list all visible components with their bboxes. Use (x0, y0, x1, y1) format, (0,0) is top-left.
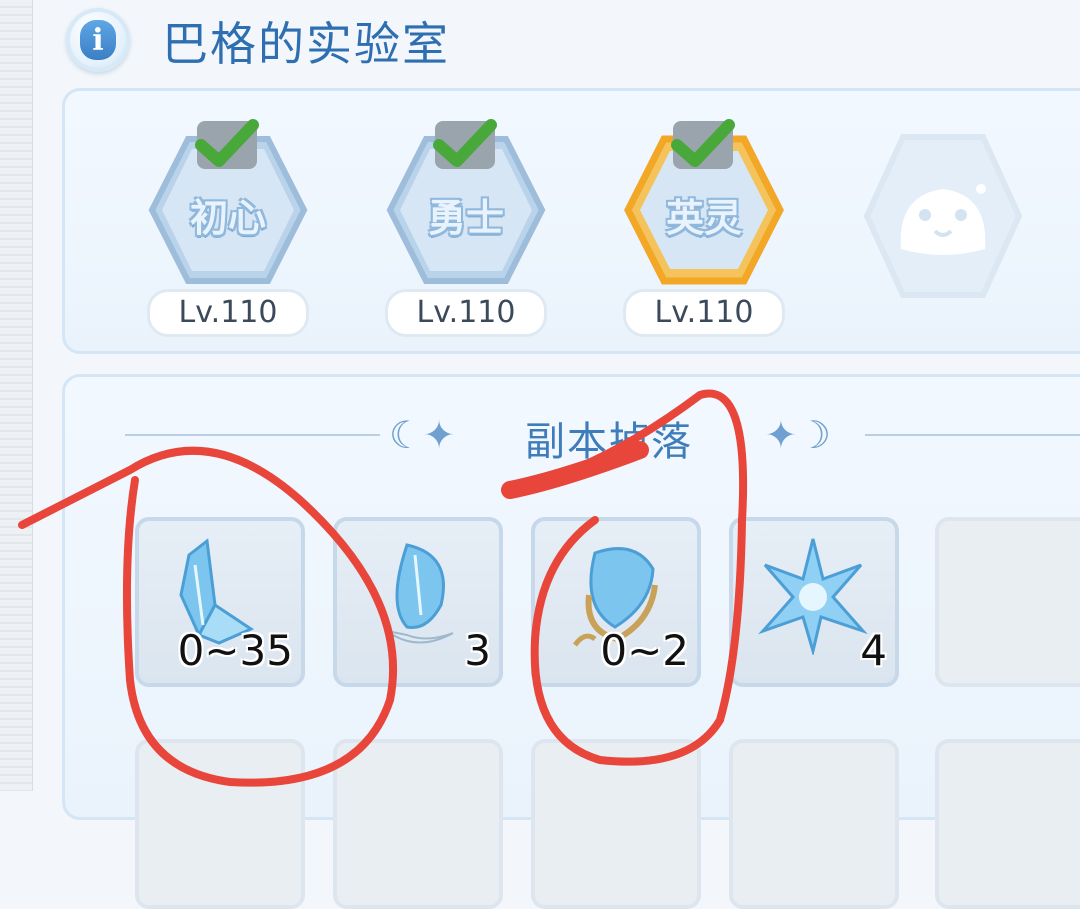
drop-slot-7[interactable] (333, 739, 503, 909)
drop-slot-10[interactable] (935, 739, 1080, 909)
drop-slot-3[interactable]: 0~2 (531, 517, 701, 687)
rank-card-3[interactable]: 英灵 Lv.110 (619, 119, 789, 337)
drop-slot-2[interactable]: 3 (333, 517, 503, 687)
check-icon (433, 119, 497, 169)
drop-slot-5[interactable] (935, 517, 1080, 687)
locked-rank-card[interactable] (863, 131, 1023, 301)
check-icon (671, 119, 735, 169)
rank-card-2[interactable]: 勇士 Lv.110 (381, 119, 551, 337)
item-quantity: 0~35 (177, 626, 293, 675)
left-edge-strip (0, 0, 33, 791)
page-title: 巴格的实验室 (162, 17, 450, 71)
check-icon (195, 119, 259, 169)
moon-ornament-right-icon: ✦☽ (765, 413, 831, 457)
drop-slot-4[interactable]: 4 (729, 517, 899, 687)
item-quantity: 3 (464, 626, 491, 675)
level-pill: Lv.110 (385, 289, 547, 337)
difficulty-panel: 初心 Lv.110 勇士 Lv.110 英灵 Lv.110 (62, 88, 1080, 354)
level-pill: Lv.110 (623, 289, 785, 337)
rank-name: 初心 (189, 196, 266, 240)
drop-slot-8[interactable] (531, 739, 701, 909)
rank-card-1[interactable]: 初心 Lv.110 (143, 119, 313, 337)
drop-slot-1[interactable]: 0~35 (135, 517, 305, 687)
item-quantity: 0~2 (600, 626, 689, 675)
level-pill: Lv.110 (147, 289, 309, 337)
divider-right (865, 434, 1080, 436)
rank-name: 英灵 (665, 196, 742, 240)
moon-ornament-left-icon: ☾✦ (389, 413, 455, 457)
section-header: ☾✦ 副本掉落 ✦☽ (65, 407, 1080, 465)
rank-name: 勇士 (427, 196, 504, 240)
ice-snowflake-crystal-icon (758, 538, 868, 655)
section-title: 副本掉落 (525, 419, 693, 465)
winged-crystal-icon (386, 543, 454, 644)
header: i 巴格的实验室 (62, 0, 1080, 80)
drop-slot-9[interactable] (729, 739, 899, 909)
info-icon: i (80, 20, 116, 60)
info-button[interactable]: i (66, 8, 130, 72)
drops-panel: ☾✦ 副本掉落 ✦☽ 0~35 3 0~2 4 (62, 374, 1080, 909)
drop-slot-6[interactable] (135, 739, 305, 909)
item-quantity: 4 (860, 626, 887, 675)
slime-icon (863, 134, 1023, 298)
divider-left (125, 434, 380, 436)
